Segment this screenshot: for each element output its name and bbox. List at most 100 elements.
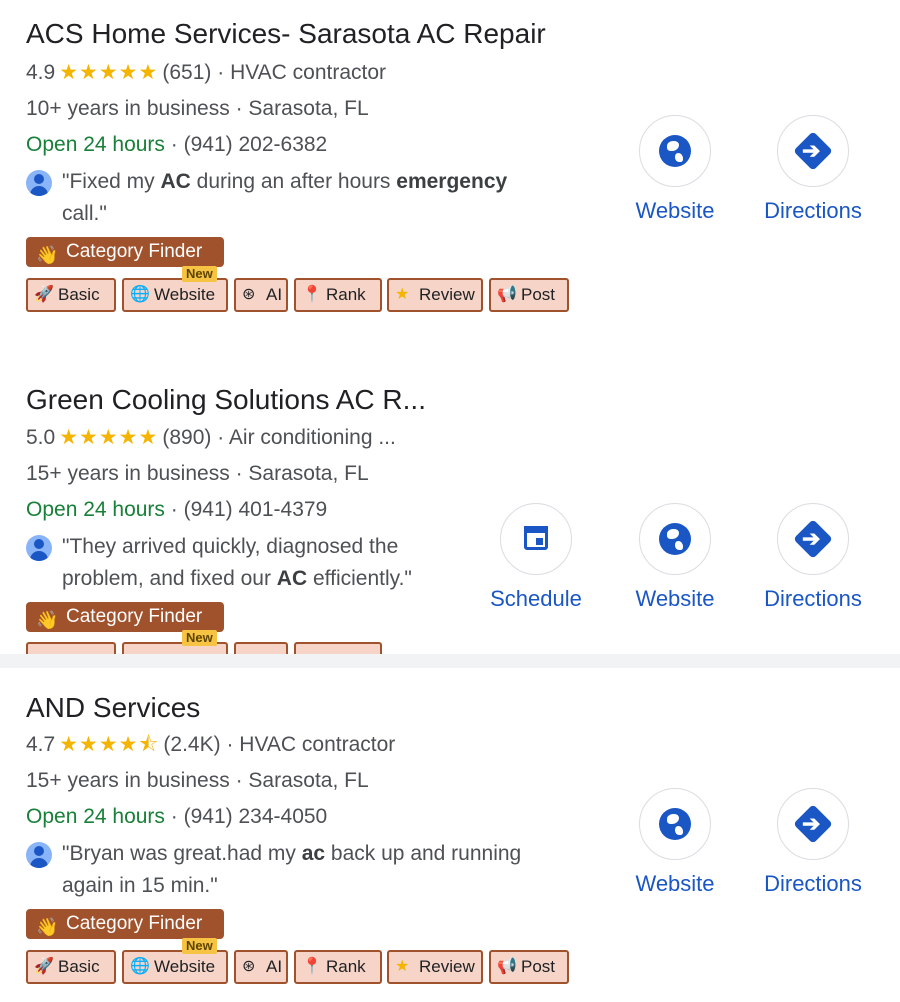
directions-button[interactable]: ➔ Directions	[753, 788, 873, 898]
review-text: "They arrived quickly, diagnosed the pro…	[62, 535, 412, 590]
globe-icon: 🌐	[130, 958, 150, 975]
chip-ai[interactable]: ⊛ AI	[234, 278, 288, 312]
separator: ·	[235, 97, 243, 120]
open-status: Open 24 hours	[26, 133, 165, 156]
separator: ·	[235, 769, 243, 792]
rating-row: 4.7 ★★★★⯪ (2.4K) · HVAC contractor	[26, 731, 395, 759]
new-badge: New	[182, 630, 217, 646]
megaphone-icon: 📢	[497, 286, 517, 303]
hours-row: Open 24 hours · (941) 401-4379	[26, 496, 327, 524]
ai-icon: ⊛	[242, 958, 256, 975]
directions-icon: ➔	[777, 788, 849, 860]
separator: ·	[217, 426, 225, 449]
waving-hand-icon: 👋	[36, 917, 59, 937]
directions-button[interactable]: ➔ Directions	[753, 503, 873, 613]
calendar-icon	[500, 503, 572, 575]
website-button[interactable]: Website	[615, 115, 735, 225]
globe-icon	[639, 788, 711, 860]
listing-card: Green Cooling Solutions AC R... 5.0 ★★★★★…	[0, 366, 900, 654]
map-pin-icon: 📍	[302, 958, 322, 975]
star-rating-icon: ★★★★★	[59, 61, 159, 84]
location: Sarasota, FL	[248, 462, 369, 485]
review-text: "Fixed my AC during an after hours emerg…	[62, 170, 508, 225]
user-avatar-icon	[26, 170, 52, 196]
megaphone-icon: 📢	[497, 958, 517, 975]
chip-ai[interactable]	[234, 642, 288, 654]
phone-number[interactable]: (941) 234-4050	[184, 805, 328, 828]
new-badge: New	[182, 266, 217, 282]
rating-row: 4.9 ★★★★★ (651) · HVAC contractor	[26, 59, 386, 87]
separator: ·	[217, 61, 225, 84]
info-row: 15+ years in business · Sarasota, FL	[26, 460, 369, 488]
review-count[interactable]: (2.4K)	[163, 733, 220, 756]
business-title[interactable]: ACS Home Services- Sarasota AC Repair	[26, 16, 546, 52]
schedule-button[interactable]: Schedule	[476, 503, 596, 613]
review-count[interactable]: (890)	[162, 426, 211, 449]
location: Sarasota, FL	[248, 97, 369, 120]
chip-website[interactable]: 🌐 Website	[122, 278, 228, 312]
phone-number[interactable]: (941) 401-4379	[184, 498, 328, 521]
chip-review[interactable]: ★ Review	[387, 950, 483, 984]
rating-row: 5.0 ★★★★★ (890) · Air conditioning ...	[26, 424, 396, 452]
chip-ai[interactable]: ⊛ AI	[234, 950, 288, 984]
star-icon: ★	[395, 958, 410, 975]
chip-basic[interactable]: 🚀 Basic	[26, 278, 116, 312]
star-rating-icon: ★★★★⯪	[59, 733, 160, 756]
chip-post[interactable]: 📢 Post	[489, 950, 569, 984]
listing-card: AND Services 4.7 ★★★★⯪ (2.4K) · HVAC contr…	[0, 668, 900, 1002]
globe-icon	[639, 115, 711, 187]
business-category: HVAC contractor	[239, 733, 396, 756]
review-count[interactable]: (651)	[162, 61, 211, 84]
star-icon: ★	[395, 286, 410, 303]
info-row: 10+ years in business · Sarasota, FL	[26, 95, 369, 123]
directions-icon: ➔	[777, 503, 849, 575]
chip-post[interactable]: 📢 Post	[489, 278, 569, 312]
rocket-icon: 🚀	[34, 286, 54, 303]
location: Sarasota, FL	[248, 769, 369, 792]
separator: ·	[170, 498, 178, 521]
business-title[interactable]: Green Cooling Solutions AC R...	[26, 382, 426, 418]
chip-website[interactable]: 🌐 Website	[122, 950, 228, 984]
years-in-business: 10+ years in business	[26, 97, 230, 120]
chip-rank[interactable]	[294, 642, 382, 654]
website-button[interactable]: Website	[615, 788, 735, 898]
map-pin-icon: 📍	[302, 286, 322, 303]
chip-rank[interactable]: 📍 Rank	[294, 950, 382, 984]
chip-basic[interactable]: 🚀 Basic	[26, 950, 116, 984]
globe-icon: 🌐	[130, 286, 150, 303]
rating-value: 4.7	[26, 733, 56, 756]
hours-row: Open 24 hours · (941) 202-6382	[26, 131, 327, 159]
ai-icon: ⊛	[242, 286, 256, 303]
chip-basic[interactable]	[26, 642, 116, 654]
website-button[interactable]: Website	[615, 503, 735, 613]
rating-value: 5.0	[26, 426, 56, 449]
phone-number[interactable]: (941) 202-6382	[184, 133, 328, 156]
directions-icon: ➔	[777, 115, 849, 187]
list-divider	[0, 654, 900, 668]
category-finder-button[interactable]: 👋 Category Finder	[26, 237, 224, 267]
separator: ·	[226, 733, 234, 756]
separator: ·	[170, 805, 178, 828]
category-finder-button[interactable]: 👋 Category Finder	[26, 909, 224, 939]
business-title[interactable]: AND Services	[26, 690, 200, 726]
review-text: "Bryan was great.had my ac back up and r…	[62, 842, 522, 897]
star-rating-icon: ★★★★★	[59, 426, 159, 449]
hours-row: Open 24 hours · (941) 234-4050	[26, 803, 327, 831]
category-finder-button[interactable]: 👋 Category Finder	[26, 602, 224, 632]
chip-rank[interactable]: 📍 Rank	[294, 278, 382, 312]
waving-hand-icon: 👋	[36, 610, 59, 630]
user-avatar-icon	[26, 842, 52, 868]
new-badge: New	[182, 938, 217, 954]
separator: ·	[235, 462, 243, 485]
open-status: Open 24 hours	[26, 498, 165, 521]
rocket-icon: 🚀	[34, 958, 54, 975]
globe-icon	[639, 503, 711, 575]
rating-value: 4.9	[26, 61, 56, 84]
business-category: HVAC contractor	[230, 61, 387, 84]
chip-review[interactable]: ★ Review	[387, 278, 483, 312]
separator: ·	[170, 133, 178, 156]
user-avatar-icon	[26, 535, 52, 561]
business-category: Air conditioning ...	[228, 426, 396, 449]
directions-button[interactable]: ➔ Directions	[753, 115, 873, 225]
listing-card: ACS Home Services- Sarasota AC Repair 4.…	[0, 0, 900, 335]
